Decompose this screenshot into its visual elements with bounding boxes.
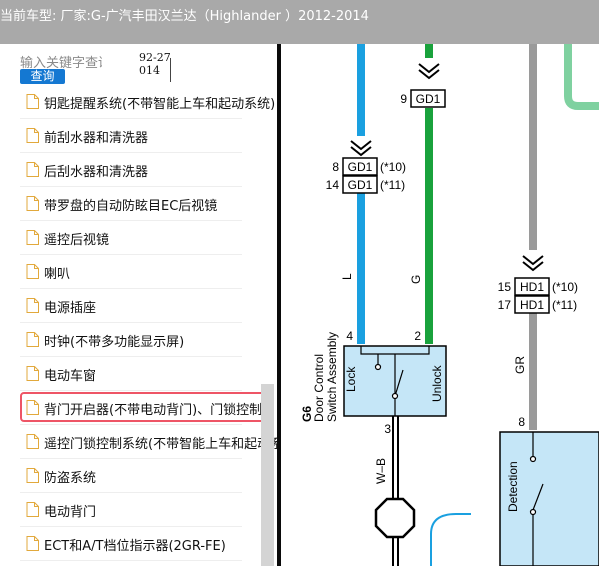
- selected-item-highlight: [20, 392, 268, 422]
- gray-wire-upper: [529, 44, 537, 250]
- hd1-a-name: HD1: [520, 280, 544, 294]
- document-icon: [26, 502, 39, 517]
- wire-label-lower: W–B: [374, 458, 388, 484]
- window-title: 当前车型: 厂家:G-广汽丰田汉兰达（Highlander ）2012-2014: [0, 9, 369, 24]
- separator: [170, 58, 171, 82]
- hd1-b-pin: 17: [498, 298, 512, 312]
- search-button[interactable]: 查询: [20, 69, 65, 84]
- document-icon: [26, 434, 39, 449]
- tree-item[interactable]: 电源插座: [20, 289, 242, 323]
- document-icon: [26, 230, 39, 245]
- tree-item[interactable]: 带罗盘的自动防眩目EC后视镜: [20, 187, 242, 221]
- gray-wire-lower: [529, 312, 537, 430]
- hd1-a-pin: 15: [498, 280, 512, 294]
- gd1-left-b-note: (*11): [380, 178, 405, 192]
- tree-item-label: 后刮水器和清洗器: [44, 165, 149, 180]
- ground-wire-1: [392, 416, 394, 566]
- wire-label-blue: L: [340, 273, 354, 280]
- switch-unlock-label: Unlock: [430, 364, 444, 402]
- switch-lock-label: Lock: [344, 366, 358, 392]
- document-icon: [26, 332, 39, 347]
- gd1-top-chevron: [418, 63, 440, 80]
- gd1-left-b-name: GD1: [348, 178, 373, 192]
- tree-item[interactable]: ECT和A/T档位指示器(2GR-FE): [20, 527, 242, 561]
- gd1-left-a-note: (*10): [380, 160, 406, 174]
- document-code: 92-27014: [139, 51, 171, 77]
- tree-item[interactable]: 遥控后视镜: [20, 221, 242, 255]
- tree-item-label: 遥控后视镜: [44, 233, 110, 248]
- tree-item[interactable]: 电动车窗: [20, 357, 242, 391]
- gd1-left-b-pin: 14: [326, 178, 340, 192]
- pin-switch-left: 4: [346, 329, 353, 343]
- wire-label-green: G: [409, 275, 423, 284]
- tree-item[interactable]: 电动背门: [20, 493, 242, 527]
- gd1-left-a-name: GD1: [348, 160, 373, 174]
- blue-outline: [430, 513, 471, 566]
- document-icon: [26, 264, 39, 279]
- document-icon: [26, 128, 39, 143]
- hd1-a-note: (*10): [552, 280, 578, 294]
- blue-wire-upper: [357, 44, 365, 136]
- gd1-top-pin: 9: [400, 92, 407, 106]
- green-wire-lower: [425, 108, 433, 344]
- tree-item[interactable]: 防盗系统: [20, 459, 242, 493]
- tree-item-label: 钥匙提醒系统(不带智能上车和起动系统): [44, 97, 276, 112]
- tree-item-label: 带罗盘的自动防眩目EC后视镜: [44, 199, 218, 214]
- tree-item-label: 电动车窗: [44, 369, 97, 384]
- tree-item-label: 电源插座: [44, 301, 97, 316]
- pin-detection-top: 8: [518, 415, 525, 429]
- ground-octagon: [374, 497, 416, 539]
- tree-item-label: 电动背门: [44, 505, 97, 520]
- tree-item[interactable]: 后刮水器和清洗器: [20, 153, 242, 187]
- title-bar: 当前车型: 厂家:G-广汽丰田汉兰达（Highlander ）2012-2014: [0, 0, 599, 44]
- hd1-b-name: HD1: [520, 298, 544, 312]
- tree-item[interactable]: 钥匙提醒系统(不带智能上车和起动系统): [20, 85, 275, 119]
- tree-item-label: 遥控门锁控制系统(不带智能上车和起动系统): [44, 437, 277, 452]
- document-icon: [26, 536, 39, 551]
- document-icon: [26, 298, 39, 313]
- tree-item-label: 前刮水器和清洗器: [44, 131, 149, 146]
- document-icon: [26, 468, 39, 483]
- tree-item[interactable]: 时钟(不带多功能显示屏): [20, 323, 242, 357]
- scrollbar-thumb[interactable]: [261, 384, 274, 566]
- tree-item[interactable]: 遥控门锁控制系统(不带智能上车和起动系统): [20, 425, 277, 459]
- document-icon: [26, 94, 39, 109]
- tree-item-label: ECT和A/T档位指示器(2GR-FE): [44, 539, 226, 554]
- sidebar: 查询 92-27014 钥匙提醒系统(不带智能上车和起动系统) 前刮水器和清洗器后…: [0, 44, 277, 566]
- gd1-left-chevron: [350, 140, 372, 157]
- document-icon: [26, 366, 39, 381]
- switch-name-line1: Door Control: [312, 354, 326, 422]
- tree-item-label: 喇叭: [44, 267, 71, 282]
- gd1-top-name: GD1: [416, 92, 441, 106]
- gd1-left-a-pin: 8: [332, 160, 339, 174]
- detection-label: Detection: [506, 461, 520, 512]
- switch-name-line2: Switch Assembly: [325, 332, 339, 422]
- tree-item[interactable]: 前刮水器和清洗器: [20, 119, 242, 153]
- blue-wire-lower: [357, 188, 365, 344]
- tree-item[interactable]: 喇叭: [20, 255, 242, 289]
- document-icon: [26, 162, 39, 177]
- pin-switch-bottom: 3: [384, 422, 391, 436]
- pin-switch-right: 2: [414, 329, 421, 343]
- wire-label-gray: GR: [513, 356, 527, 374]
- hd1-chevron: [522, 255, 544, 272]
- tree-item-label: 防盗系统: [44, 471, 97, 486]
- hd1-b-note: (*11): [552, 298, 577, 312]
- ground-wire-2: [397, 416, 399, 566]
- wiring-diagram: GD1 9 GD1 GD1 8 14 (*10) (*11) HD1 HD1 1…: [281, 44, 599, 567]
- green-wire-upper: [425, 44, 433, 58]
- tree-item-label: 时钟(不带多功能显示屏): [44, 335, 185, 350]
- document-icon: [26, 196, 39, 211]
- light-green-wire: [564, 44, 599, 110]
